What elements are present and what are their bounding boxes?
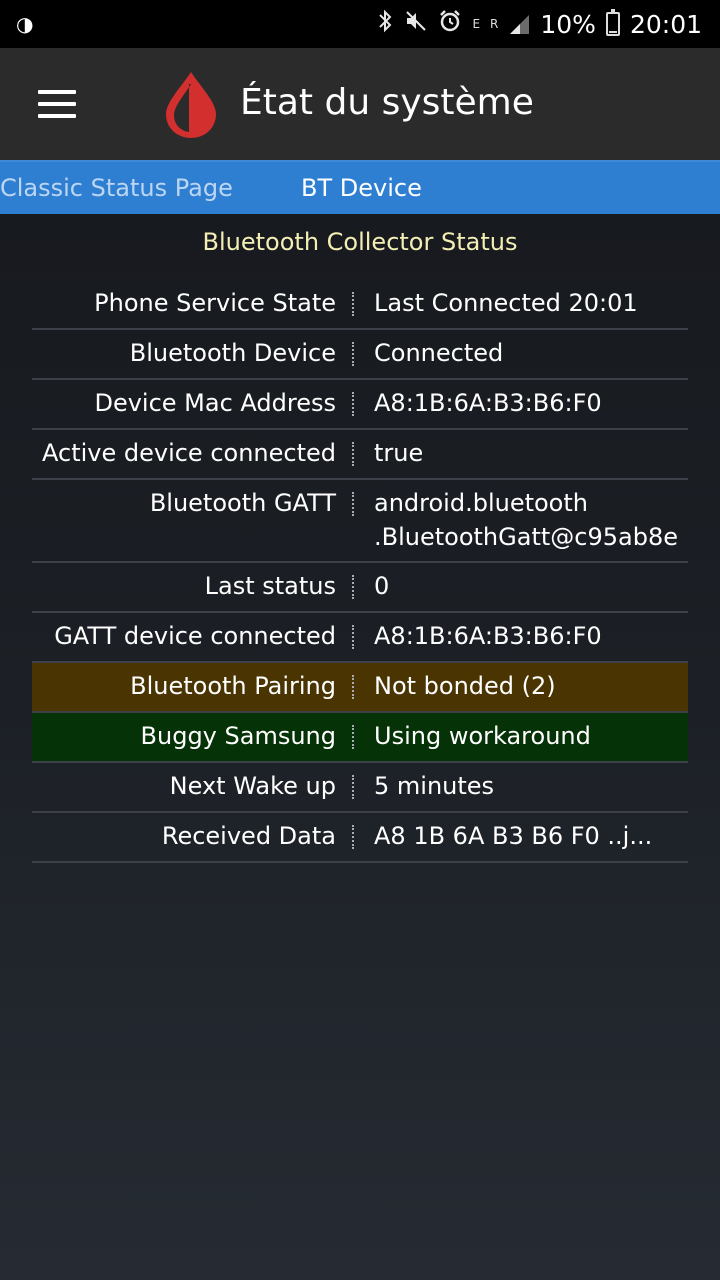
table-row-received-data: Received Data A8 1B 6A B3 B6 F0 ..j...: [32, 813, 688, 863]
row-separator: [348, 763, 358, 811]
table-row-bluetooth-device: Bluetooth Device Connected: [32, 330, 688, 380]
row-value: android.bluetooth .BluetoothGatt@c95ab8e: [358, 480, 688, 561]
row-value: A8:1B:6A:B3:B6:F0: [374, 622, 602, 650]
row-separator: [348, 563, 358, 611]
row-value: 5 minutes: [374, 772, 495, 800]
row-separator: [348, 713, 358, 761]
row-separator: [348, 663, 358, 711]
bluetooth-icon: [376, 9, 394, 39]
roaming-indicator: R: [490, 18, 498, 30]
row-separator: [348, 380, 358, 428]
network-r-label: R: [490, 17, 499, 31]
table-row-bluetooth-pairing: Bluetooth Pairing Not bonded (2): [32, 663, 688, 713]
battery-icon: [605, 9, 620, 36]
row-value: Using workaround: [374, 722, 591, 750]
table-row-next-wake-up: Next Wake up 5 minutes: [32, 763, 688, 813]
network-type-indicator: E: [472, 18, 480, 30]
table-row-last-status: Last status 0: [32, 563, 688, 613]
row-label: Device Mac Address: [94, 389, 336, 417]
table-row-active-device-connected: Active device connected true: [32, 430, 688, 480]
table-row-bluetooth-gatt: Bluetooth GATT android.bluetooth .Blueto…: [32, 480, 688, 563]
row-value: Last Connected 20:01: [374, 289, 638, 317]
row-separator: [348, 280, 358, 328]
row-value-line-1: android.bluetooth: [374, 489, 588, 517]
table-row-buggy-samsung: Buggy Samsung Using workaround: [32, 713, 688, 763]
brightness-half-icon: ◑: [16, 12, 34, 36]
row-label: Phone Service State: [94, 289, 336, 317]
blood-drop-logo-icon: [166, 72, 216, 138]
table-row-gatt-device-connected: GATT device connected A8:1B:6A:B3:B6:F0: [32, 613, 688, 663]
row-label: Last status: [204, 572, 336, 600]
row-value: true: [374, 439, 424, 467]
row-value: Connected: [374, 339, 504, 367]
table-row-phone-service-state: Phone Service State Last Connected 20:01: [32, 280, 688, 330]
row-value: Not bonded (2): [374, 672, 556, 700]
signal-icon: [508, 13, 530, 35]
row-label: Next Wake up: [169, 772, 336, 800]
row-separator: [348, 430, 358, 478]
status-table: Phone Service State Last Connected 20:01…: [32, 280, 688, 863]
row-value: A8:1B:6A:B3:B6:F0: [374, 389, 602, 417]
row-separator: [348, 813, 358, 861]
mute-icon: [404, 9, 428, 39]
tab-bt-device[interactable]: BT Device: [301, 174, 422, 202]
row-value: A8 1B 6A B3 B6 F0 ..j...: [374, 822, 653, 850]
row-value: 0: [374, 572, 390, 600]
hamburger-menu-icon[interactable]: [38, 90, 76, 118]
tab-bar: Classic Status Page BT Device: [0, 160, 720, 214]
row-separator: [348, 330, 358, 378]
row-label: Received Data: [161, 822, 336, 850]
network-e-label: E: [472, 17, 481, 31]
clock: 20:01: [629, 9, 702, 39]
status-bar-right: E R 10% 20:01: [376, 9, 702, 39]
row-label: Bluetooth GATT: [149, 489, 336, 517]
row-label: Buggy Samsung: [140, 722, 336, 750]
row-separator: [348, 613, 358, 661]
battery-percent: 10%: [540, 9, 596, 39]
row-separator: [348, 480, 358, 561]
row-value-line-2: .BluetoothGatt@c95ab8e: [374, 523, 678, 551]
status-bar: ◑ E R 10% 20:01: [0, 0, 720, 48]
alarm-icon: [438, 9, 462, 39]
app-bar: État du système: [0, 48, 720, 160]
section-title: Bluetooth Collector Status: [202, 228, 518, 256]
row-label: Active device connected: [42, 439, 336, 467]
row-label: Bluetooth Pairing: [130, 672, 336, 700]
row-label: Bluetooth Device: [129, 339, 336, 367]
table-row-device-mac-address: Device Mac Address A8:1B:6A:B3:B6:F0: [32, 380, 688, 430]
page-title: État du système: [240, 82, 534, 123]
row-label: GATT device connected: [54, 622, 336, 650]
tab-classic-status-page[interactable]: Classic Status Page: [0, 174, 233, 202]
